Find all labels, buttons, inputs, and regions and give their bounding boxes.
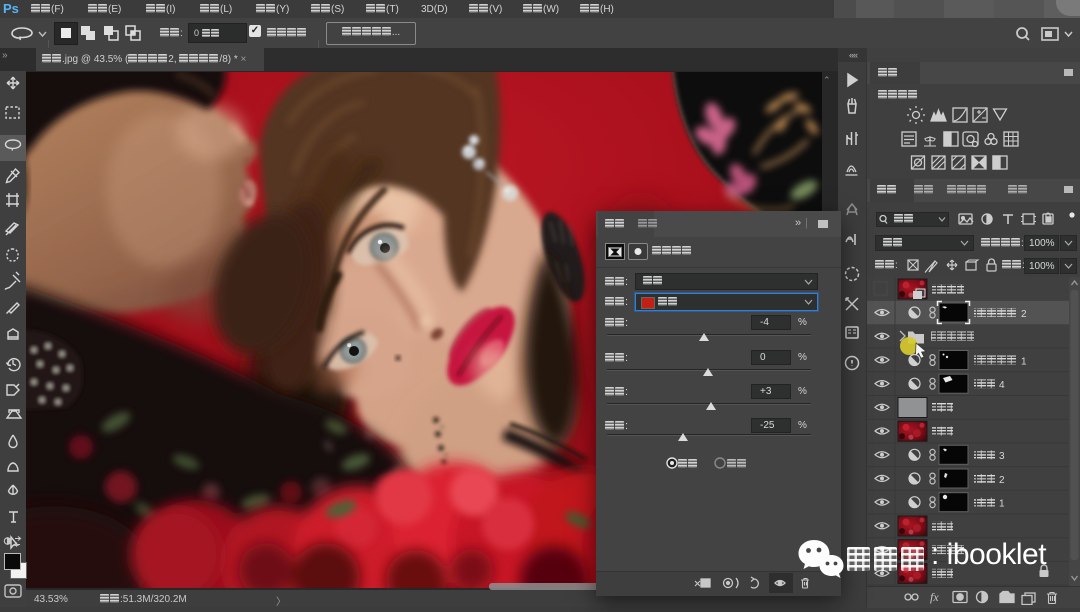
svg-text:1: 1: [1021, 357, 1027, 368]
svg-text:3: 3: [999, 451, 1005, 462]
svg-text:2: 2: [1021, 309, 1027, 320]
svg-text:fx: fx: [930, 590, 939, 604]
svg-text:2: 2: [999, 475, 1005, 486]
svg-text:1: 1: [999, 499, 1005, 510]
svg-text:4: 4: [999, 380, 1005, 391]
